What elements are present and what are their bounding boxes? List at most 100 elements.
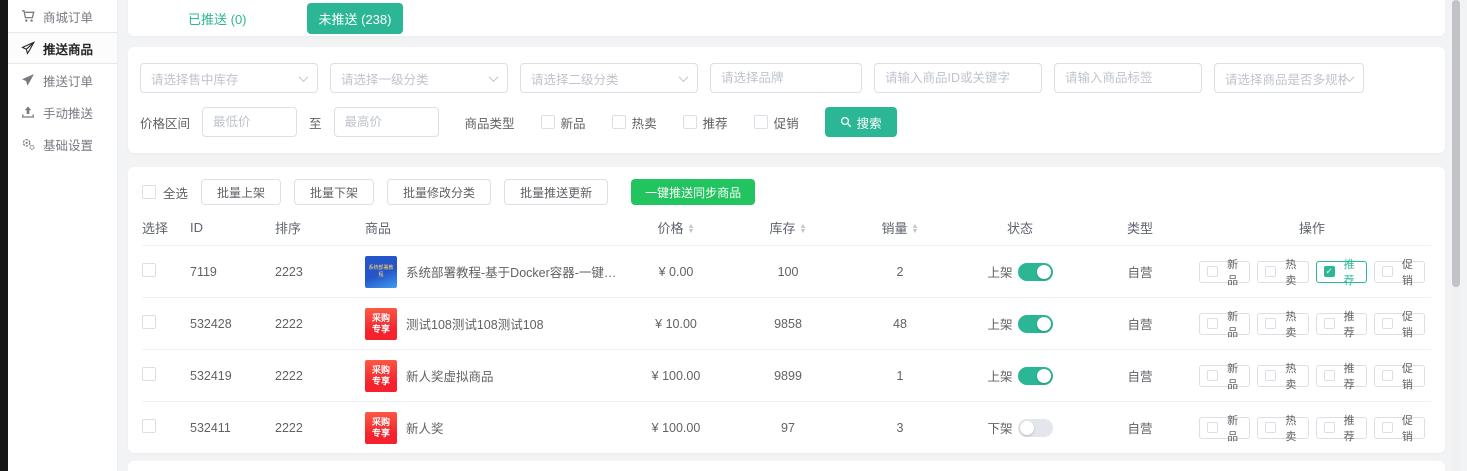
- tag-label: 推荐: [1340, 308, 1359, 340]
- tag-label: 新品: [1223, 360, 1242, 392]
- tag-checkbox-icon: [1265, 266, 1276, 277]
- tag-label: 推荐: [1340, 360, 1359, 392]
- status-toggle[interactable]: [1018, 367, 1053, 385]
- sort-order-cell: 2223: [275, 265, 365, 279]
- sidebar-item-push-products[interactable]: 推送商品: [8, 32, 117, 64]
- tag-hot-button[interactable]: 热卖: [1257, 261, 1308, 283]
- sales-cell: 2: [847, 265, 959, 279]
- type-checkbox-recommend[interactable]: 推荐: [683, 113, 728, 132]
- sidebar-item-label: 推送订单: [43, 71, 93, 90]
- scrollbar-track[interactable]: [1452, 0, 1460, 471]
- row-checkbox[interactable]: [142, 419, 156, 433]
- sort-carets-icon[interactable]: ▲▼: [688, 224, 695, 234]
- column-header-label: 操作: [1299, 221, 1325, 236]
- type-checkbox-hot[interactable]: 热卖: [612, 113, 657, 132]
- status-cell: 下架: [959, 418, 1087, 437]
- tag-promo-button[interactable]: 促销: [1374, 365, 1425, 387]
- tag-recommend-button[interactable]: 推荐: [1316, 417, 1367, 439]
- select-all-checkbox[interactable]: 全选: [142, 183, 188, 202]
- product-image-text: 采购专享: [370, 365, 392, 386]
- category-level1-select[interactable]: 请选择一级分类: [330, 63, 508, 93]
- batch-on-shelf-button[interactable]: 批量上架: [201, 179, 281, 205]
- product-id-cell: 532428: [190, 317, 275, 331]
- row-checkbox[interactable]: [142, 315, 156, 329]
- product-image-text: 系统部署教程: [367, 265, 395, 278]
- checkbox-icon: [683, 115, 697, 129]
- sidebar-item-mall-orders[interactable]: 商城订单: [8, 0, 117, 32]
- search-button[interactable]: 搜索: [825, 107, 897, 137]
- app-layout: 商城订单 推送商品 推送订单 手动推送 基础设置 已推送 (0) 未推送 (23…: [0, 0, 1467, 471]
- sort-desc-icon: ▼: [912, 229, 919, 234]
- batch-off-shelf-button[interactable]: 批量下架: [294, 179, 374, 205]
- chevron-down-icon: [1345, 72, 1355, 82]
- select-placeholder: 请选择二级分类: [531, 69, 680, 88]
- sidebar-item-manual-push[interactable]: 手动推送: [8, 96, 117, 128]
- row-checkbox[interactable]: [142, 367, 156, 381]
- product-id-keyword-input[interactable]: [874, 63, 1042, 93]
- price-max-input[interactable]: [334, 107, 439, 137]
- sidebar-item-basic-settings[interactable]: 基础设置: [8, 128, 117, 160]
- batch-edit-category-button[interactable]: 批量修改分类: [387, 179, 491, 205]
- select-placeholder: 请选择售中库存: [151, 69, 300, 88]
- row-select-cell: [142, 419, 190, 436]
- tag-label: 热卖: [1281, 256, 1300, 288]
- tag-promo-button[interactable]: 促销: [1374, 417, 1425, 439]
- type-cell: 自营: [1087, 314, 1199, 333]
- sidebar-item-push-orders[interactable]: 推送订单: [8, 64, 117, 96]
- sort-carets-icon[interactable]: ▲▼: [800, 224, 807, 234]
- column-header-label: 商品: [365, 221, 391, 236]
- price-min-input[interactable]: [202, 107, 297, 137]
- category-level2-select[interactable]: 请选择二级分类: [520, 63, 698, 93]
- chevron-down-icon: [489, 72, 499, 82]
- column-header-4: 价格▲▼: [623, 218, 735, 237]
- status-label: 下架: [987, 418, 1012, 437]
- tag-new-button[interactable]: 新品: [1199, 261, 1250, 283]
- tab-pushed[interactable]: 已推送 (0): [176, 3, 259, 34]
- status-label: 上架: [987, 262, 1012, 281]
- status-toggle[interactable]: [1018, 419, 1053, 437]
- status-toggle[interactable]: [1018, 315, 1053, 333]
- tag-promo-button[interactable]: 促销: [1374, 313, 1425, 335]
- scrollbar-thumb[interactable]: [1452, 0, 1460, 287]
- tag-promo-button[interactable]: 促销: [1374, 261, 1425, 283]
- tag-hot-button[interactable]: 热卖: [1257, 365, 1308, 387]
- tag-new-button[interactable]: 新品: [1199, 313, 1250, 335]
- tag-checkbox-icon: [1207, 318, 1218, 329]
- column-header-6: 销量▲▼: [847, 218, 959, 237]
- tag-label: 热卖: [1281, 412, 1300, 444]
- product-type-group: 商品类型 新品 热卖 推荐 促销: [465, 113, 799, 132]
- type-checkbox-promo[interactable]: 促销: [754, 113, 799, 132]
- tag-label: 热卖: [1281, 308, 1300, 340]
- tag-checkbox-icon: [1207, 266, 1218, 277]
- checkbox-label: 促销: [774, 113, 799, 132]
- tag-label: 新品: [1223, 256, 1242, 288]
- tag-recommend-button[interactable]: 推荐: [1316, 365, 1367, 387]
- tag-recommend-button[interactable]: 推荐: [1316, 313, 1367, 335]
- tag-recommend-button[interactable]: ✓推荐: [1316, 261, 1367, 283]
- tabs-card: 已推送 (0) 未推送 (238): [128, 0, 1445, 36]
- tag-hot-button[interactable]: 热卖: [1257, 417, 1308, 439]
- product-tag-input[interactable]: [1054, 63, 1202, 93]
- tag-hot-button[interactable]: 热卖: [1257, 313, 1308, 335]
- column-header-label: 类型: [1127, 221, 1153, 236]
- row-checkbox[interactable]: [142, 263, 156, 277]
- product-image-text: 采购专享: [370, 313, 392, 334]
- tag-label: 推荐: [1340, 256, 1359, 288]
- tag-new-button[interactable]: 新品: [1199, 417, 1250, 439]
- sort-carets-icon[interactable]: ▲▼: [912, 224, 919, 234]
- one-click-sync-button[interactable]: 一键推送同步商品: [631, 179, 755, 205]
- stock-status-select[interactable]: 请选择售中库存: [140, 63, 318, 93]
- brand-input[interactable]: [710, 63, 862, 93]
- product-image: 采购专享: [365, 308, 397, 340]
- tag-label: 促销: [1398, 256, 1417, 288]
- tag-new-button[interactable]: 新品: [1199, 365, 1250, 387]
- type-checkbox-new[interactable]: 新品: [541, 113, 586, 132]
- batch-push-update-button[interactable]: 批量推送更新: [504, 179, 608, 205]
- tab-unpushed[interactable]: 未推送 (238): [307, 3, 404, 34]
- collapsed-nav-strip: [0, 0, 8, 471]
- multi-spec-select[interactable]: 请选择商品是否多规格: [1214, 63, 1364, 93]
- send-filled-icon: [21, 73, 35, 87]
- status-toggle[interactable]: [1018, 263, 1053, 281]
- pagination-card-edge: [128, 461, 1445, 471]
- tag-label: 新品: [1223, 308, 1242, 340]
